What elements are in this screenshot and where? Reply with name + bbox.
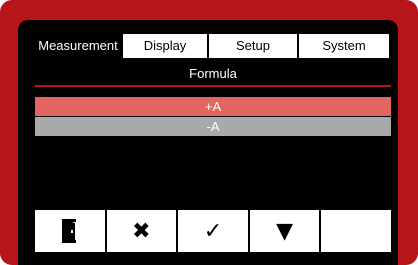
list-item-plus-a[interactable]: +A — [35, 97, 391, 116]
close-x-icon: ✖ — [132, 218, 151, 244]
exit-button[interactable] — [35, 210, 105, 252]
confirm-button[interactable]: ✓ — [178, 210, 248, 252]
down-triangle-icon: ▼ — [276, 218, 294, 244]
tab-measurement[interactable]: Measurement — [35, 34, 121, 58]
checkmark-icon: ✓ — [203, 218, 223, 244]
screen: Measurement Display Setup System Formula… — [18, 20, 398, 265]
section-title: Formula — [189, 66, 237, 81]
exit-door-icon — [60, 218, 80, 244]
formula-list: +A -A — [35, 97, 391, 137]
tab-setup[interactable]: Setup — [209, 34, 297, 58]
empty-soft-key[interactable] — [321, 210, 391, 252]
soft-key-bar: ✖ ✓ ▼ — [35, 210, 391, 252]
tab-bar: Measurement Display Setup System — [35, 34, 391, 58]
cancel-button[interactable]: ✖ — [106, 210, 177, 252]
list-item-minus-a[interactable]: -A — [35, 117, 391, 136]
divider — [35, 85, 391, 87]
tab-system[interactable]: System — [299, 34, 389, 58]
tab-display[interactable]: Display — [123, 34, 207, 58]
down-button[interactable]: ▼ — [249, 210, 320, 252]
